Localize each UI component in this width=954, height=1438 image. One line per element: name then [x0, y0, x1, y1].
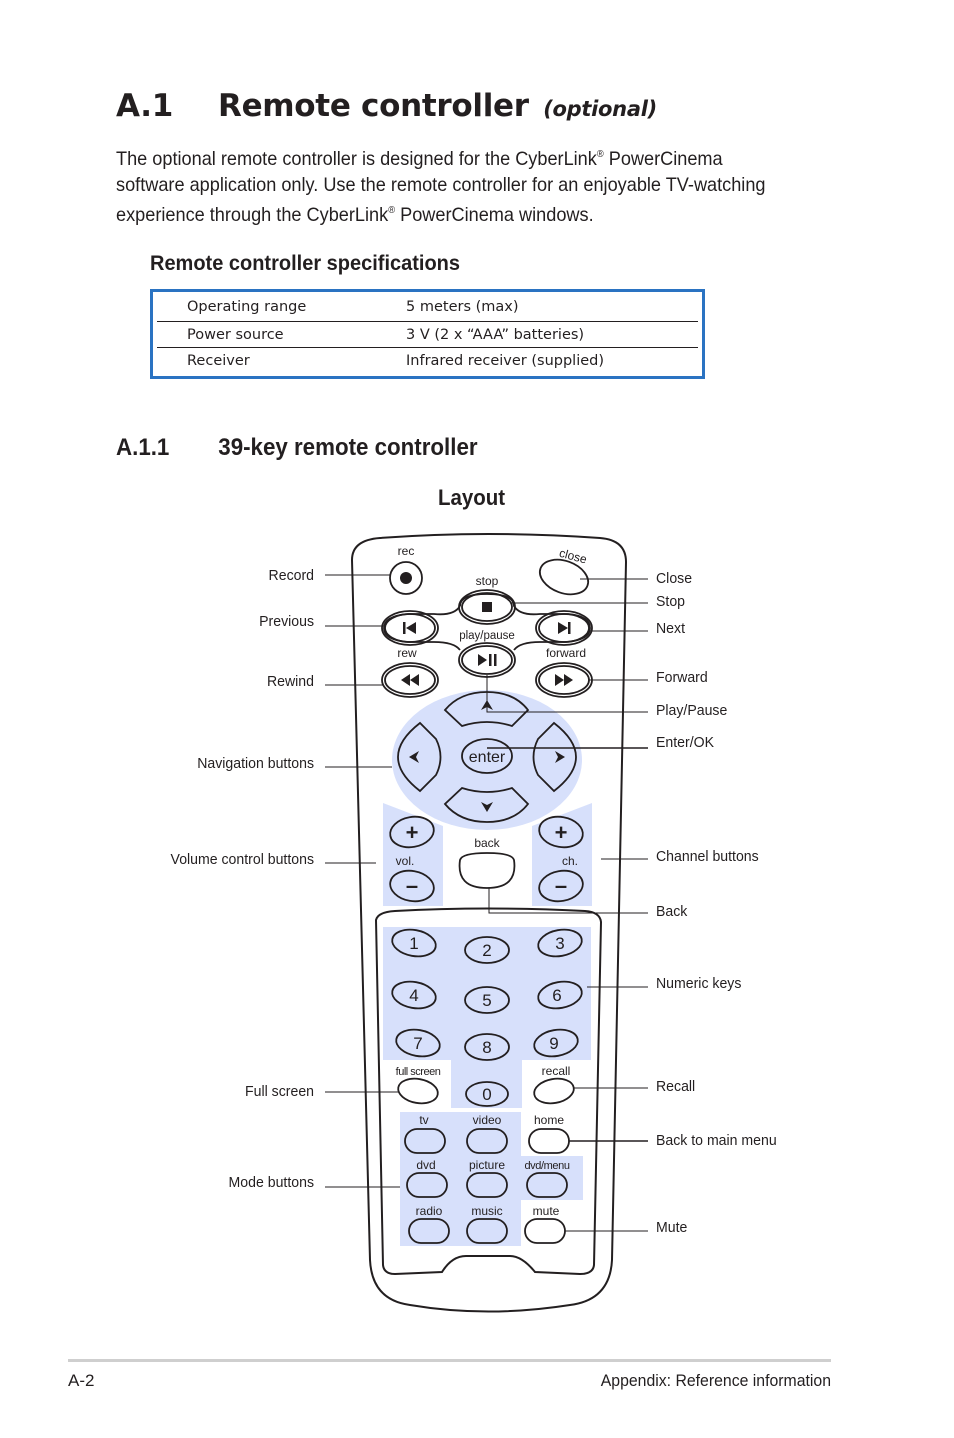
callout-full-screen: Full screen — [245, 1083, 314, 1100]
callout-next: Next — [656, 620, 685, 637]
footer-divider — [68, 1359, 831, 1362]
tv-label: tv — [419, 1113, 428, 1127]
stop-label: stop — [476, 574, 499, 588]
rec-label: rec — [398, 544, 415, 558]
dvd-label: dvd — [416, 1158, 435, 1172]
callout-navigation: Navigation buttons — [197, 755, 314, 772]
rewind-icon — [401, 674, 419, 686]
back-button — [458, 852, 516, 889]
next-icon — [558, 622, 571, 634]
stop-icon — [482, 602, 492, 612]
mute-button — [524, 1218, 566, 1244]
minus-icon: – — [555, 873, 567, 898]
play-pause-label: play/pause — [459, 630, 515, 642]
plus-icon: + — [406, 820, 419, 845]
home-label: home — [534, 1113, 564, 1127]
callout-volume: Volume control buttons — [170, 851, 314, 868]
callout-close: Close — [656, 570, 693, 587]
music-label: music — [471, 1204, 502, 1218]
key-5-label: 5 — [482, 991, 491, 1010]
mode-highlight — [400, 1112, 583, 1246]
minus-icon: – — [406, 873, 418, 898]
key-8-label: 8 — [482, 1038, 491, 1057]
callout-forward: Forward — [656, 669, 708, 686]
key-6-label: 6 — [552, 986, 561, 1005]
key-3-label: 3 — [555, 934, 564, 953]
plus-icon: + — [555, 820, 568, 845]
key-9-label: 9 — [549, 1034, 558, 1053]
vol-label: vol. — [396, 854, 415, 868]
radio-label: radio — [416, 1204, 443, 1218]
remote-diagram: rec close stop play/pause rew forward en… — [325, 533, 648, 1313]
home-button — [528, 1128, 570, 1154]
picture-label: picture — [469, 1158, 505, 1172]
callout-home: Back to main menu — [656, 1132, 777, 1149]
key-0-label: 0 — [482, 1085, 491, 1104]
callout-recall: Recall — [656, 1078, 696, 1095]
callout-previous: Previous — [259, 613, 314, 630]
callout-rewind: Rewind — [266, 673, 314, 690]
rew-label: rew — [397, 646, 417, 660]
key-2-label: 2 — [482, 941, 491, 960]
page-number: A-2 — [68, 1371, 95, 1390]
previous-icon — [403, 622, 416, 634]
full-screen-button — [397, 1077, 439, 1105]
recall-label: recall — [542, 1064, 571, 1078]
recall-button — [533, 1077, 575, 1105]
callout-mode: Mode buttons — [228, 1174, 314, 1191]
back-label: back — [474, 836, 500, 850]
callout-play-pause: Play/Pause — [656, 702, 728, 719]
callout-mute: Mute — [656, 1219, 688, 1236]
callout-record: Record — [268, 567, 314, 584]
full-screen-label: full screen — [396, 1066, 441, 1078]
fast-forward-icon — [555, 674, 573, 686]
key-4-label: 4 — [409, 986, 418, 1005]
callout-enter: Enter/OK — [656, 734, 715, 751]
callout-channel: Channel buttons — [656, 848, 759, 865]
record-icon — [400, 572, 412, 584]
ch-label: ch. — [562, 854, 578, 868]
dvd-menu-label: dvd/menu — [524, 1160, 569, 1172]
callout-back: Back — [656, 903, 688, 920]
video-label: video — [473, 1113, 502, 1127]
callout-numeric: Numeric keys — [656, 975, 742, 992]
play-pause-icon — [478, 654, 497, 666]
forward-label: forward — [546, 646, 586, 660]
footer-section: Appendix: Reference information — [600, 1371, 831, 1390]
mute-label: mute — [533, 1204, 560, 1218]
enter-label: enter — [469, 749, 506, 766]
key-1-label: 1 — [409, 934, 418, 953]
callout-stop: Stop — [656, 593, 686, 610]
key-7-label: 7 — [413, 1034, 422, 1053]
